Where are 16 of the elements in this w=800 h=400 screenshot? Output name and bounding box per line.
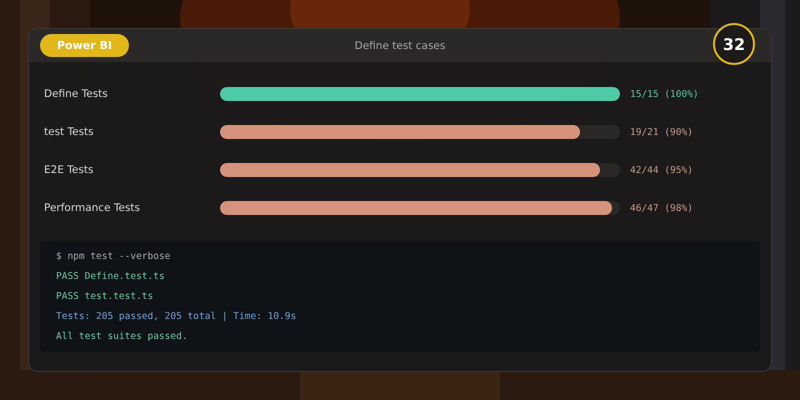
score-badge: 32 bbox=[713, 23, 755, 65]
panel-title: Define test cases bbox=[354, 40, 446, 52]
suite-name: E2E Tests bbox=[44, 164, 94, 176]
suite-reading: 42/44 (95%) bbox=[630, 164, 693, 176]
suite-name: test Tests bbox=[44, 126, 95, 138]
platform-badge: Power BI bbox=[40, 34, 129, 57]
suite-reading: 46/47 (98%) bbox=[630, 202, 693, 214]
suite-name: Performance Tests bbox=[44, 202, 142, 214]
suite-name: Define Tests bbox=[44, 88, 109, 100]
terminal-line: PASS Define.test.ts bbox=[56, 270, 166, 283]
suite-reading: 15/15 (100%) bbox=[630, 88, 699, 100]
suite-reading: 19/21 (90%) bbox=[630, 126, 693, 138]
terminal-line: PASS test.test.ts bbox=[56, 290, 154, 303]
terminal-line: All test suites passed. bbox=[56, 330, 189, 343]
terminal-line: Tests: 205 passed, 205 total | Time: 10.9s bbox=[56, 310, 298, 323]
terminal-line: $ npm test --verbose bbox=[56, 250, 172, 263]
